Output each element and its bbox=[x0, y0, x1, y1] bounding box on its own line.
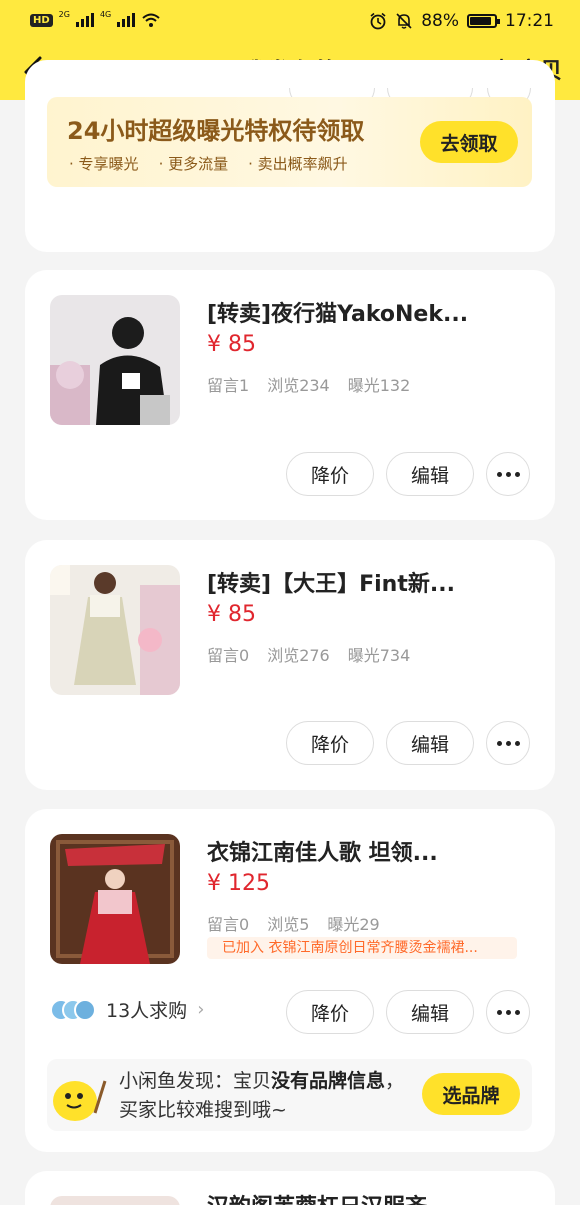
brand-tip: 小闲鱼发现：宝贝没有品牌信息，买家比较难搜到哦~ 选品牌 bbox=[47, 1059, 532, 1131]
dot-icon bbox=[514, 740, 520, 746]
comment-count: 留言0 bbox=[207, 915, 250, 934]
exposure-banner[interactable]: 24小时超级曝光特权待领取 专享曝光 更多流量 卖出概率飙升 去领取 bbox=[47, 97, 532, 187]
product-title[interactable]: 汉韵阁芙蓉杠日汉服齐... bbox=[207, 1189, 452, 1205]
view-count: 浏览234 bbox=[267, 376, 330, 395]
buyer-avatars bbox=[50, 998, 96, 1021]
network-label-1: 2G bbox=[58, 9, 70, 19]
dot-icon bbox=[514, 471, 520, 477]
dot-icon bbox=[496, 1009, 502, 1015]
product-price: ¥ 85 bbox=[207, 602, 256, 627]
promo-card: 24小时超级曝光特权待领取 专享曝光 更多流量 卖出概率飙升 去领取 bbox=[25, 60, 555, 252]
battery-icon bbox=[467, 14, 500, 28]
reduce-price-button[interactable]: 降价 bbox=[286, 452, 374, 496]
status-bar: HD 2G 4G 88% 17:21 bbox=[0, 0, 580, 44]
reduce-price-button[interactable]: 降价 bbox=[286, 721, 374, 765]
collection-tag[interactable]: 已加入 衣锦江南原创日常齐腰烫金襦裙... bbox=[207, 937, 517, 959]
edit-button[interactable]: 编辑 bbox=[386, 452, 474, 496]
tip-text-bold: 没有品牌信息 bbox=[271, 1070, 386, 1092]
dot-icon bbox=[505, 1009, 511, 1015]
product-price: ¥ 125 bbox=[207, 871, 270, 896]
comment-count: 留言1 bbox=[207, 376, 250, 395]
more-options-button[interactable] bbox=[486, 990, 530, 1034]
banner-bullet: 更多流量 bbox=[159, 153, 228, 174]
product-price: ¥ 85 bbox=[207, 332, 256, 357]
hd-badge: HD bbox=[30, 13, 53, 27]
product-stats: 留言0 浏览276 曝光734 bbox=[207, 642, 410, 666]
exposure-count: 曝光734 bbox=[347, 646, 411, 665]
wants-to-buy[interactable]: 13人求购 › bbox=[50, 996, 204, 1023]
product-thumbnail[interactable] bbox=[50, 565, 180, 695]
listing-card[interactable]: 衣锦江南佳人歌 坦领... ¥ 125 留言0 浏览5 曝光29 已加入 衣锦江… bbox=[25, 809, 555, 1152]
signal-icon bbox=[75, 13, 94, 27]
banner-bullet: 专享曝光 bbox=[69, 153, 139, 174]
mute-bell-icon bbox=[396, 13, 412, 29]
tip-text: 小闲鱼发现：宝贝没有品牌信息，买家比较难搜到哦~ bbox=[119, 1067, 409, 1125]
product-thumbnail[interactable] bbox=[50, 834, 180, 964]
avatar bbox=[74, 998, 96, 1021]
dot-icon bbox=[496, 740, 502, 746]
clock: 17:21 bbox=[505, 11, 554, 31]
wifi-icon bbox=[142, 13, 160, 27]
banner-bullet: 卖出概率飙升 bbox=[248, 153, 348, 174]
mascot-icon bbox=[53, 1080, 107, 1121]
battery-percent: 88% bbox=[421, 11, 459, 31]
dot-icon bbox=[514, 1009, 520, 1015]
choose-brand-button[interactable]: 选品牌 bbox=[422, 1073, 520, 1115]
banner-bullets: 专享曝光 更多流量 卖出概率飙升 bbox=[69, 153, 348, 174]
chevron-right-icon: › bbox=[197, 999, 205, 1020]
more-options-button[interactable] bbox=[486, 452, 530, 496]
more-options-button[interactable] bbox=[486, 721, 530, 765]
listing-card[interactable]: 汉韵阁芙蓉杠日汉服齐... bbox=[25, 1171, 555, 1205]
listing-card[interactable]: [转卖]夜行猫YakoNek... ¥ 85 留言1 浏览234 曝光132 降… bbox=[25, 270, 555, 520]
listing-card[interactable]: [转卖]【大王】Fint新... ¥ 85 留言0 浏览276 曝光734 降价… bbox=[25, 540, 555, 790]
product-stats: 留言0 浏览5 曝光29 bbox=[207, 911, 380, 935]
exposure-count: 曝光132 bbox=[347, 376, 411, 395]
product-title[interactable]: [转卖]夜行猫YakoNek... bbox=[207, 296, 468, 328]
view-count: 浏览5 bbox=[267, 915, 310, 934]
view-count: 浏览276 bbox=[267, 646, 330, 665]
exposure-count: 曝光29 bbox=[327, 915, 380, 934]
alarm-icon bbox=[370, 12, 386, 30]
comment-count: 留言0 bbox=[207, 646, 250, 665]
product-title[interactable]: 衣锦江南佳人歌 坦领... bbox=[207, 835, 438, 867]
product-thumbnail[interactable] bbox=[50, 295, 180, 425]
claim-button[interactable]: 去领取 bbox=[420, 121, 518, 163]
dot-icon bbox=[496, 471, 502, 477]
edit-button[interactable]: 编辑 bbox=[386, 990, 474, 1034]
tip-text-part: 小闲鱼发现：宝贝 bbox=[119, 1070, 272, 1092]
network-label-2: 4G bbox=[99, 9, 112, 19]
product-title[interactable]: [转卖]【大王】Fint新... bbox=[207, 566, 455, 598]
banner-title: 24小时超级曝光特权待领取 bbox=[67, 117, 365, 145]
wants-count: 13人求购 bbox=[106, 1000, 188, 1022]
product-thumbnail[interactable] bbox=[50, 1196, 180, 1205]
signal-icon-2 bbox=[117, 13, 136, 27]
edit-button[interactable]: 编辑 bbox=[386, 721, 474, 765]
reduce-price-button[interactable]: 降价 bbox=[286, 990, 374, 1034]
dot-icon bbox=[505, 740, 511, 746]
product-stats: 留言1 浏览234 曝光132 bbox=[207, 372, 410, 396]
dot-icon bbox=[505, 471, 511, 477]
